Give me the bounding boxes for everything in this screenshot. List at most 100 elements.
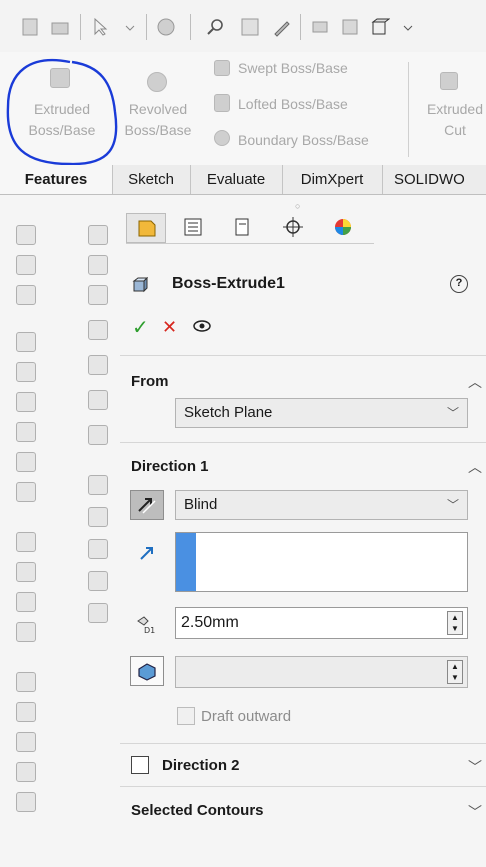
draft-outward-label: Draft outward — [201, 708, 292, 725]
draft-toggle-button[interactable] — [130, 656, 164, 686]
feature-icon[interactable] — [88, 475, 108, 495]
feature-icon[interactable] — [16, 422, 36, 442]
feature-icon[interactable] — [16, 672, 36, 692]
view-icon[interactable] — [310, 17, 330, 37]
feature-icon[interactable] — [88, 225, 108, 245]
collapse-chevron-icon[interactable]: ︿ — [468, 457, 482, 477]
display-icon[interactable] — [340, 17, 360, 37]
draft-spinner[interactable]: ▲ ▼ — [447, 660, 463, 684]
feature-icon[interactable] — [16, 332, 36, 352]
feature-icon[interactable] — [88, 539, 108, 559]
highlight-circle — [6, 58, 118, 166]
manager-tabs — [126, 213, 374, 244]
chevron-down-icon: ﹀ — [446, 498, 459, 512]
chevron-down-icon[interactable] — [402, 17, 414, 37]
tab-features[interactable]: Features — [0, 165, 113, 194]
revolved-boss-label[interactable]: Revolved Boss/Base — [118, 99, 198, 141]
tab-solidworks[interactable]: SOLIDWO — [382, 165, 486, 194]
chevron-down-icon: ﹀ — [446, 406, 459, 420]
revolved-boss-icon[interactable] — [147, 72, 167, 92]
cancel-x-icon[interactable]: ✕ — [162, 317, 177, 338]
zoom-area-icon[interactable] — [240, 17, 260, 37]
tab-configuration-manager[interactable] — [224, 213, 264, 243]
feature-icon[interactable] — [16, 362, 36, 382]
help-icon[interactable]: ? — [450, 275, 468, 293]
feature-icon[interactable] — [16, 482, 36, 502]
tab-property-manager[interactable] — [174, 213, 214, 243]
tab-dimxpert[interactable]: DimXpert — [282, 165, 383, 194]
chevron-down-icon[interactable] — [124, 17, 136, 37]
feature-icon[interactable] — [16, 225, 36, 245]
direction1-header[interactable]: Direction 1 — [131, 458, 209, 475]
swept-boss-icon[interactable] — [214, 60, 230, 76]
tab-sketch[interactable]: Sketch — [112, 165, 191, 194]
feature-icon[interactable] — [88, 255, 108, 275]
boundary-boss-label[interactable]: Boundary Boss/Base — [238, 132, 369, 148]
extruded-cut-label[interactable]: Extruded Cut — [420, 99, 486, 141]
collapse-chevron-icon[interactable]: ︿ — [468, 372, 482, 392]
page-title: Boss-Extrude1 — [172, 275, 285, 292]
draft-outward-checkbox[interactable] — [177, 707, 195, 725]
feature-icon[interactable] — [88, 320, 108, 340]
command-ribbon: Extruded Boss/Base Revolved Boss/Base Swep… — [0, 52, 486, 166]
feature-icon[interactable] — [88, 425, 108, 445]
feature-icon[interactable] — [16, 762, 36, 782]
feature-icon[interactable] — [16, 732, 36, 752]
feature-icon[interactable] — [16, 702, 36, 722]
feature-icon[interactable] — [16, 622, 36, 642]
extruded-cut-icon[interactable] — [440, 72, 458, 90]
from-select-value: Sketch Plane — [184, 404, 273, 421]
feature-icon[interactable] — [88, 571, 108, 591]
end-condition-select[interactable]: Blind ﹀ — [175, 490, 468, 520]
from-select[interactable]: Sketch Plane ﹀ — [175, 398, 468, 428]
boundary-boss-icon[interactable] — [214, 130, 230, 146]
section-divider — [120, 355, 486, 356]
feature-tabs: Features Sketch Evaluate DimXpert SOLIDW… — [0, 165, 486, 195]
preview-eye-icon[interactable] — [192, 319, 212, 333]
splitter-handle[interactable]: ○ — [295, 201, 300, 211]
sketch-tool-icon[interactable] — [272, 17, 292, 37]
open-icon[interactable] — [50, 17, 70, 37]
tab-dimxpert-manager[interactable] — [274, 213, 314, 243]
feature-icon[interactable] — [16, 562, 36, 582]
tab-evaluate[interactable]: Evaluate — [190, 165, 283, 194]
feature-icon[interactable] — [88, 603, 108, 623]
feature-icon[interactable] — [16, 792, 36, 812]
feature-icon[interactable] — [16, 392, 36, 412]
direction2-checkbox[interactable] — [131, 756, 149, 774]
feature-icon[interactable] — [88, 390, 108, 410]
depth-spinner[interactable]: ▲ ▼ — [447, 611, 463, 635]
selection-focus-bar — [176, 533, 196, 591]
lofted-boss-icon[interactable] — [214, 94, 230, 112]
expand-chevron-icon[interactable]: ﹀ — [468, 802, 482, 822]
view-orientation-icon[interactable] — [370, 17, 391, 37]
boss-extrude-icon — [132, 276, 149, 293]
feature-icon[interactable] — [88, 507, 108, 527]
depth-value: 2.50mm — [181, 614, 239, 631]
feature-icon[interactable] — [16, 452, 36, 472]
from-header[interactable]: From — [131, 373, 169, 390]
tab-display-manager[interactable] — [324, 213, 364, 243]
reverse-direction-button[interactable] — [130, 490, 164, 520]
select-icon[interactable] — [90, 17, 110, 37]
draft-angle-input[interactable]: ▲ ▼ — [175, 656, 468, 688]
selected-contours-header[interactable]: Selected Contours — [131, 802, 264, 819]
feature-icon[interactable] — [16, 592, 36, 612]
tab-feature-manager[interactable] — [126, 213, 166, 243]
direction-selection-box[interactable] — [175, 532, 468, 592]
lofted-boss-label[interactable]: Lofted Boss/Base — [238, 96, 348, 112]
feature-icon[interactable] — [16, 285, 36, 305]
feature-icon[interactable] — [16, 255, 36, 275]
new-icon[interactable] — [20, 17, 40, 37]
feature-icon[interactable] — [16, 532, 36, 552]
expand-chevron-icon[interactable]: ﹀ — [468, 757, 482, 777]
direction2-header[interactable]: Direction 2 — [162, 757, 240, 774]
zoom-icon[interactable] — [205, 17, 225, 37]
direction-arrow-icon — [138, 544, 156, 562]
depth-input[interactable]: 2.50mm ▲ ▼ — [175, 607, 468, 639]
swept-boss-label[interactable]: Swept Boss/Base — [238, 60, 348, 76]
feature-icon[interactable] — [88, 355, 108, 375]
ok-check-icon[interactable]: ✓ — [132, 315, 149, 340]
feature-icon[interactable] — [88, 285, 108, 305]
rebuild-icon[interactable] — [156, 17, 176, 37]
